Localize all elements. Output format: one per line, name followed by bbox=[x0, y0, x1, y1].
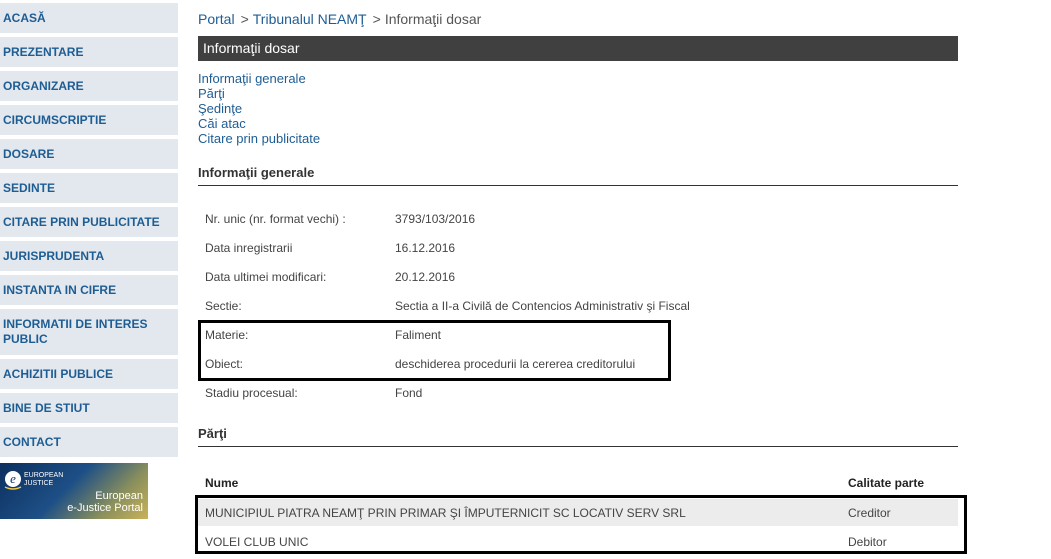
ejustice-logo-line2: JUSTICE bbox=[24, 480, 54, 487]
sidebar-item-label: CITARE PRIN PUBLICITATE bbox=[3, 214, 160, 229]
breadcrumb-portal-link[interactable]: Portal bbox=[198, 11, 235, 27]
breadcrumb: Portal > Tribunalul NEAMŢ > Informaţii dosar bbox=[198, 11, 481, 27]
info-label: Data ultimei modificari: bbox=[205, 270, 327, 284]
sidebar-item-label: BINE DE STIUT bbox=[3, 400, 90, 415]
info-value: 16.12.2016 bbox=[395, 241, 456, 255]
ejustice-banner-line1: European bbox=[95, 490, 143, 502]
svg-text:e: e bbox=[10, 471, 16, 486]
info-value: 20.12.2016 bbox=[395, 270, 456, 284]
sidebar-item-circumscriptie[interactable]: CIRCUMSCRIPTIE bbox=[0, 105, 178, 135]
info-label: Stadiu procesual: bbox=[205, 386, 298, 400]
sidebar-item-jurisprudenta[interactable]: JURISPRUDENTA bbox=[0, 241, 178, 271]
highlight-box-materie-obiect bbox=[198, 320, 671, 381]
link-informatii-generale[interactable]: Informaţii generale bbox=[198, 71, 320, 86]
breadcrumb-separator: > bbox=[372, 11, 381, 27]
sidebar-item-label: INFORMATII DE INTERES PUBLIC bbox=[3, 317, 148, 346]
sidebar-item-label: SEDINTE bbox=[3, 180, 56, 195]
general-info-heading: Informaţii generale bbox=[198, 165, 958, 186]
sidebar-item-instanta-in-cifre[interactable]: INSTANTA IN CIFRE bbox=[0, 275, 178, 305]
info-value: Fond bbox=[395, 386, 423, 400]
sidebar-item-label: PREZENTARE bbox=[3, 44, 84, 59]
sidebar-item-acasa[interactable]: ACASĂ bbox=[0, 3, 178, 33]
ejustice-portal-banner[interactable]: e EUROPEAN JUSTICE European e-Justice Po… bbox=[0, 463, 148, 519]
highlight-box-parti bbox=[195, 495, 967, 554]
sidebar-nav: ACASĂ PREZENTARE ORGANIZARE CIRCUMSCRIPT… bbox=[0, 0, 178, 559]
sidebar-item-label: DOSARE bbox=[3, 146, 55, 161]
sidebar-item-label: ORGANIZARE bbox=[3, 78, 84, 93]
column-header-nume: Nume bbox=[205, 476, 239, 490]
info-label: Nr. unic (nr. format vechi) : bbox=[205, 212, 346, 226]
sidebar-item-sedinte[interactable]: SEDINTE bbox=[0, 173, 178, 203]
sidebar-item-label: ACASĂ bbox=[3, 10, 46, 25]
info-label: Sectie: bbox=[205, 299, 242, 313]
sidebar-item-contact[interactable]: CONTACT bbox=[0, 427, 178, 457]
breadcrumb-separator: > bbox=[240, 11, 249, 27]
sidebar-item-citare-prin-publicitate[interactable]: CITARE PRIN PUBLICITATE bbox=[0, 207, 178, 237]
sidebar-item-bine-de-stiut[interactable]: BINE DE STIUT bbox=[0, 393, 178, 423]
breadcrumb-court-link[interactable]: Tribunalul NEAMŢ bbox=[253, 11, 367, 27]
info-value: Sectia a II-a Civilă de Contencios Admin… bbox=[395, 299, 690, 313]
ejustice-banner-line2: e-Justice Portal bbox=[67, 502, 143, 514]
sidebar-item-label: CONTACT bbox=[3, 434, 61, 449]
sidebar-item-informatii-interes-public[interactable]: INFORMATII DE INTERES PUBLIC bbox=[0, 309, 178, 355]
link-cai-atac[interactable]: Căi atac bbox=[198, 116, 320, 131]
page-title: Informaţii dosar bbox=[198, 36, 958, 61]
sidebar-item-prezentare[interactable]: PREZENTARE bbox=[0, 37, 178, 67]
parti-heading: Părţi bbox=[198, 426, 958, 447]
ejustice-banner-text: European e-Justice Portal bbox=[67, 490, 143, 514]
breadcrumb-current: Informaţii dosar bbox=[384, 11, 482, 27]
info-value: 3793/103/2016 bbox=[395, 212, 476, 226]
ejustice-logo-icon: e EUROPEAN JUSTICE bbox=[4, 471, 63, 490]
section-links: Informaţii generale Părţi Şedinţe Căi at… bbox=[198, 71, 320, 146]
sidebar-item-dosare[interactable]: DOSARE bbox=[0, 139, 178, 169]
column-header-calitate: Calitate parte bbox=[848, 476, 925, 490]
ejustice-logo-line1: EUROPEAN bbox=[24, 472, 63, 479]
sidebar-item-label: INSTANTA IN CIFRE bbox=[3, 282, 117, 297]
link-citare-prin-publicitate[interactable]: Citare prin publicitate bbox=[198, 131, 320, 146]
sidebar-item-achizitii-publice[interactable]: ACHIZITII PUBLICE bbox=[0, 359, 178, 389]
sidebar-item-organizare[interactable]: ORGANIZARE bbox=[0, 71, 178, 101]
info-label: Data inregistrarii bbox=[205, 241, 293, 255]
link-sedinte[interactable]: Şedinţe bbox=[198, 101, 320, 116]
sidebar-item-label: CIRCUMSCRIPTIE bbox=[3, 112, 107, 127]
sidebar-item-label: JURISPRUDENTA bbox=[3, 248, 105, 263]
sidebar-item-label: ACHIZITII PUBLICE bbox=[3, 366, 113, 381]
link-parti[interactable]: Părţi bbox=[198, 86, 320, 101]
